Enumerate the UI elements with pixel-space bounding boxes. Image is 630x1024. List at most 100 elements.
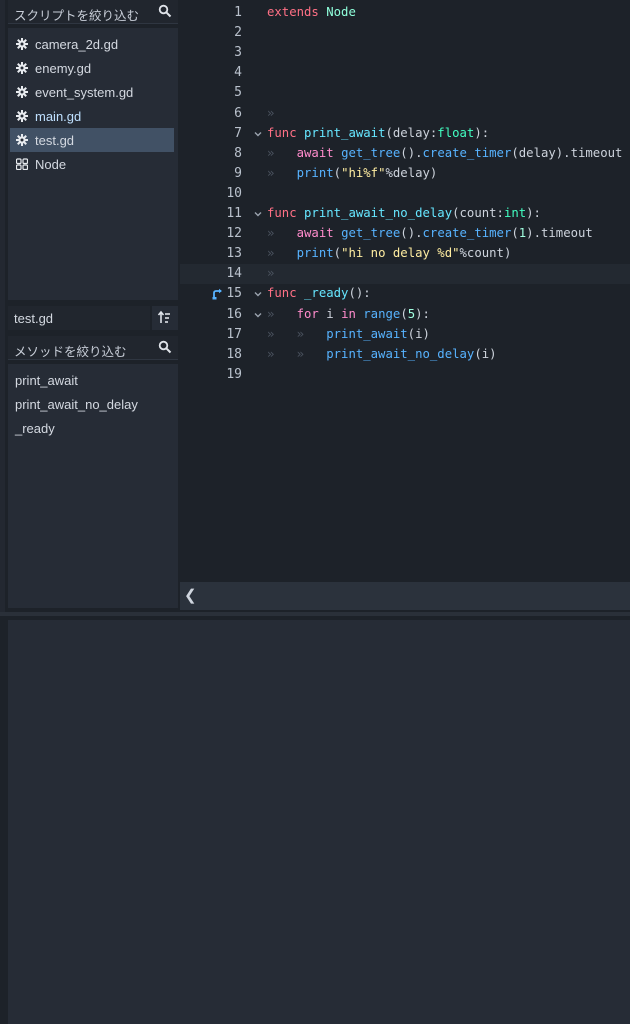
code-line: » » print_await_no_delay(i) — [267, 347, 497, 361]
code-editor[interactable]: 1 extends Node 2 3 4 5 6» 7 func print_await(del… — [180, 0, 630, 582]
code-token: "hi%f" — [341, 165, 386, 180]
code-line: func _ready(): — [267, 286, 371, 300]
code-token: » — [267, 246, 297, 261]
code-token: await — [296, 226, 334, 241]
line-number: 15 — [226, 286, 242, 302]
code-token: » — [267, 165, 297, 180]
code-token: (delay: — [385, 125, 438, 140]
bottom-panel — [8, 620, 630, 1024]
code-line: » for i in range(5): — [267, 307, 430, 321]
fold-arrow-icon[interactable] — [253, 129, 263, 139]
code-token: » — [267, 266, 275, 281]
method-item[interactable]: print_await — [15, 373, 78, 388]
code-token: print_await_no_delay — [326, 346, 475, 361]
line-number: 9 — [234, 165, 242, 181]
code-token: Node — [326, 5, 356, 19]
line-number: 1 — [234, 5, 242, 20]
code-token: print_await — [326, 326, 408, 341]
toggle-scripts-panel-button[interactable]: ❮ — [184, 586, 202, 606]
code-token: create_timer — [422, 145, 512, 160]
code-token: (). — [400, 145, 423, 160]
code-token: (count: — [452, 206, 504, 220]
code-token: float — [437, 125, 475, 140]
script-item[interactable]: enemy.gd — [10, 56, 174, 80]
script-item[interactable]: main.gd — [10, 104, 174, 128]
gear-icon — [16, 134, 28, 146]
fold-arrow-icon[interactable] — [253, 289, 263, 299]
code-token: %delay) — [385, 165, 438, 180]
line-number: 19 — [226, 366, 242, 382]
code-line: » print("hi no delay %d"%count) — [267, 246, 511, 260]
line-number: 13 — [226, 246, 242, 262]
code-token: int — [503, 206, 527, 220]
code-token: ).timeout — [526, 226, 593, 241]
code-token: %count) — [459, 246, 512, 261]
method-filter-placeholder: メソッドを絞り込む — [14, 345, 127, 359]
line-number: 2 — [234, 25, 242, 41]
fold-arrow-icon[interactable] — [253, 209, 263, 219]
node-icon — [16, 158, 28, 170]
code-token: func — [267, 206, 297, 220]
code-token: get_tree — [341, 226, 401, 241]
code-token: create_timer — [422, 226, 512, 241]
sort-methods-button[interactable] — [152, 306, 178, 330]
method-list: print_await print_await_no_delay _ready — [8, 364, 178, 608]
code-token: range — [363, 306, 401, 321]
code-token: (delay).timeout — [511, 145, 623, 160]
script-item[interactable]: camera_2d.gd — [10, 32, 174, 56]
current-script-name: test.gd — [14, 311, 54, 326]
override-method-icon[interactable] — [212, 288, 224, 300]
code-line: » » print_await(i) — [267, 327, 430, 341]
script-item[interactable]: Node — [10, 152, 174, 176]
gear-icon — [16, 62, 28, 74]
code-token: » — [267, 306, 297, 321]
current-line-highlight — [180, 264, 630, 285]
code-token: ): — [415, 306, 430, 321]
search-icon — [158, 4, 172, 18]
script-item-label: event_system.gd — [35, 85, 134, 100]
line-number: 18 — [226, 346, 242, 362]
script-filter-input[interactable]: スクリプトを絞り込む — [8, 0, 178, 24]
gear-icon — [16, 38, 28, 50]
code-line: » — [267, 266, 274, 280]
script-item-label: enemy.gd — [35, 61, 92, 76]
code-token: ( — [511, 226, 519, 241]
line-number: 8 — [234, 145, 242, 161]
current-script-label: test.gd — [8, 306, 150, 330]
sort-icon — [157, 310, 170, 323]
code-line: extends Node — [267, 5, 356, 19]
script-item[interactable]: event_system.gd — [10, 80, 174, 104]
code-token: » » — [267, 326, 327, 341]
line-number: 12 — [226, 226, 242, 242]
code-line: func print_await(delay:float): — [267, 126, 489, 140]
method-item[interactable]: _ready — [15, 421, 55, 436]
code-token: ): — [474, 125, 490, 140]
code-token: i — [318, 306, 342, 321]
line-number: 10 — [226, 185, 242, 201]
code-token: print_await — [304, 125, 386, 140]
code-token: func — [267, 286, 297, 301]
code-token: for — [296, 306, 319, 321]
fold-arrow-icon[interactable] — [253, 310, 263, 320]
line-number: 16 — [226, 306, 242, 322]
code-token: ( — [333, 165, 342, 180]
line-number: 17 — [226, 326, 242, 342]
line-number: 14 — [226, 266, 242, 282]
panel-splitter[interactable] — [0, 612, 630, 616]
line-number: 11 — [226, 206, 242, 221]
script-item[interactable]: test.gd — [10, 128, 174, 152]
script-filter-placeholder: スクリプトを絞り込む — [14, 9, 140, 23]
code-token: await — [296, 145, 334, 160]
method-filter-input[interactable]: メソッドを絞り込む — [8, 336, 178, 360]
code-line: func print_await_no_delay(count:int): — [267, 206, 541, 220]
code-token: (i) — [407, 326, 430, 341]
code-token: (i) — [474, 346, 497, 361]
code-token: print_await_no_delay — [304, 206, 453, 220]
search-icon — [158, 340, 172, 354]
method-item[interactable]: print_await_no_delay — [15, 397, 138, 412]
line-number: 5 — [234, 85, 242, 101]
